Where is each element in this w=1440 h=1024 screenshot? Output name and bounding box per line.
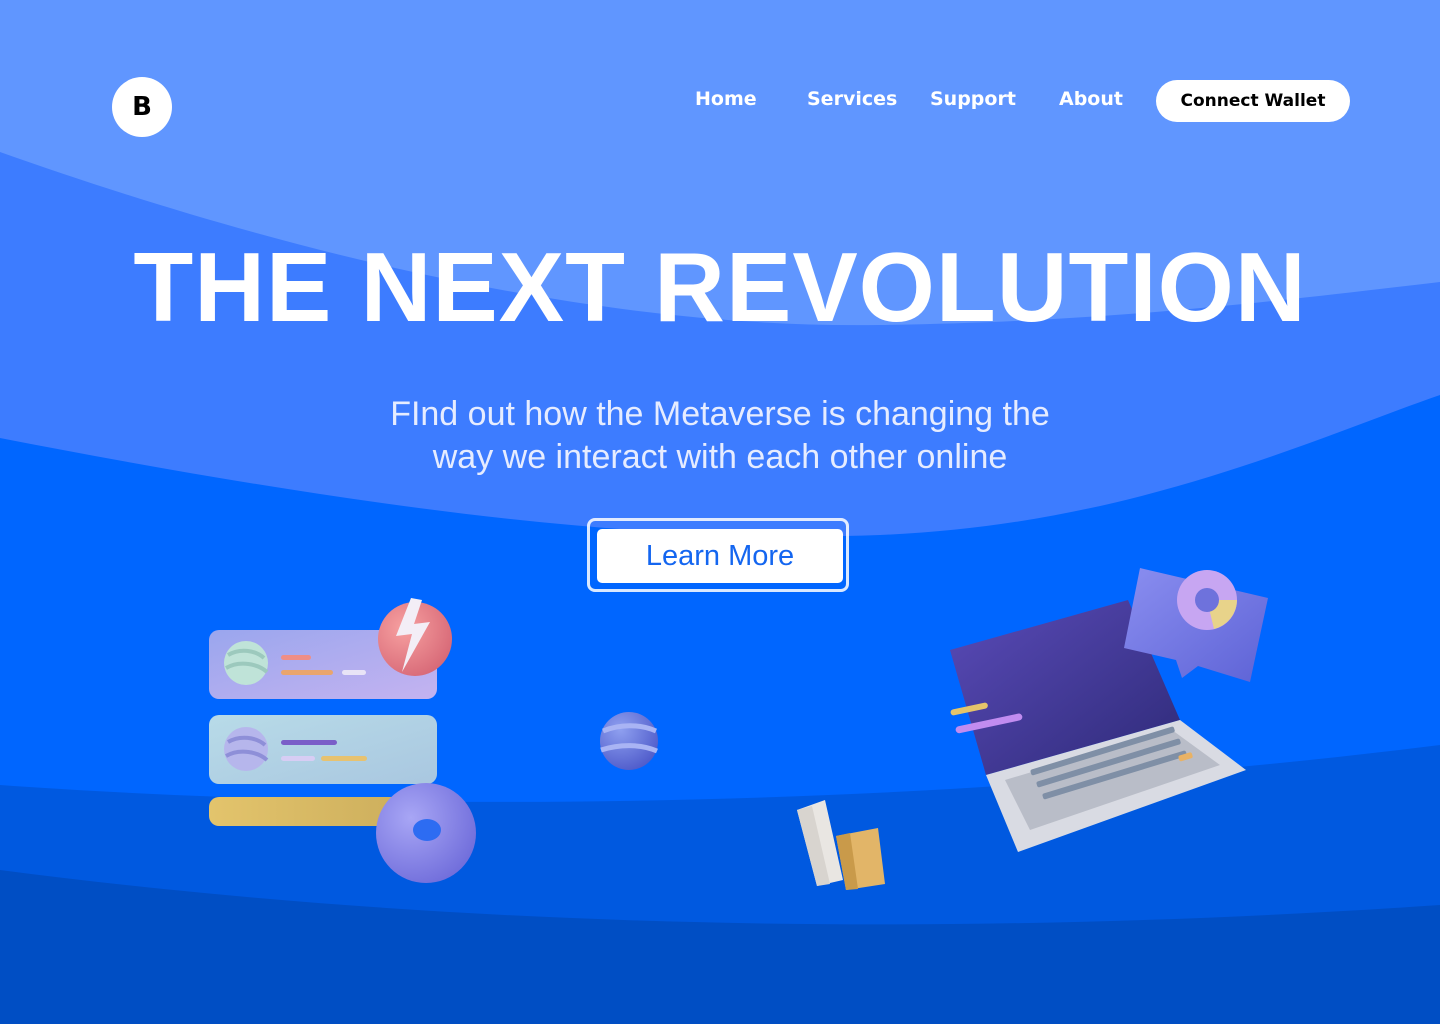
- nav-about[interactable]: About: [1059, 88, 1123, 110]
- hero-subtitle-line-1: FInd out how the Metaverse is changing t…: [390, 395, 1050, 433]
- hero-subtitle-line-2: way we interact with each other online: [432, 438, 1008, 476]
- hero-subtitle: FInd out how the Metaverse is changing t…: [320, 393, 1120, 479]
- nav-support[interactable]: Support: [930, 88, 1016, 110]
- logo-letter: B: [132, 92, 152, 122]
- nav-home[interactable]: Home: [695, 88, 757, 110]
- nav-services[interactable]: Services: [807, 88, 897, 110]
- background-waves: [0, 0, 1440, 1024]
- hero-title: THE NEXT REVOLUTION: [133, 232, 1307, 342]
- connect-wallet-button[interactable]: Connect Wallet: [1156, 80, 1350, 122]
- learn-more-button[interactable]: Learn More: [597, 529, 843, 583]
- logo[interactable]: B: [112, 77, 172, 137]
